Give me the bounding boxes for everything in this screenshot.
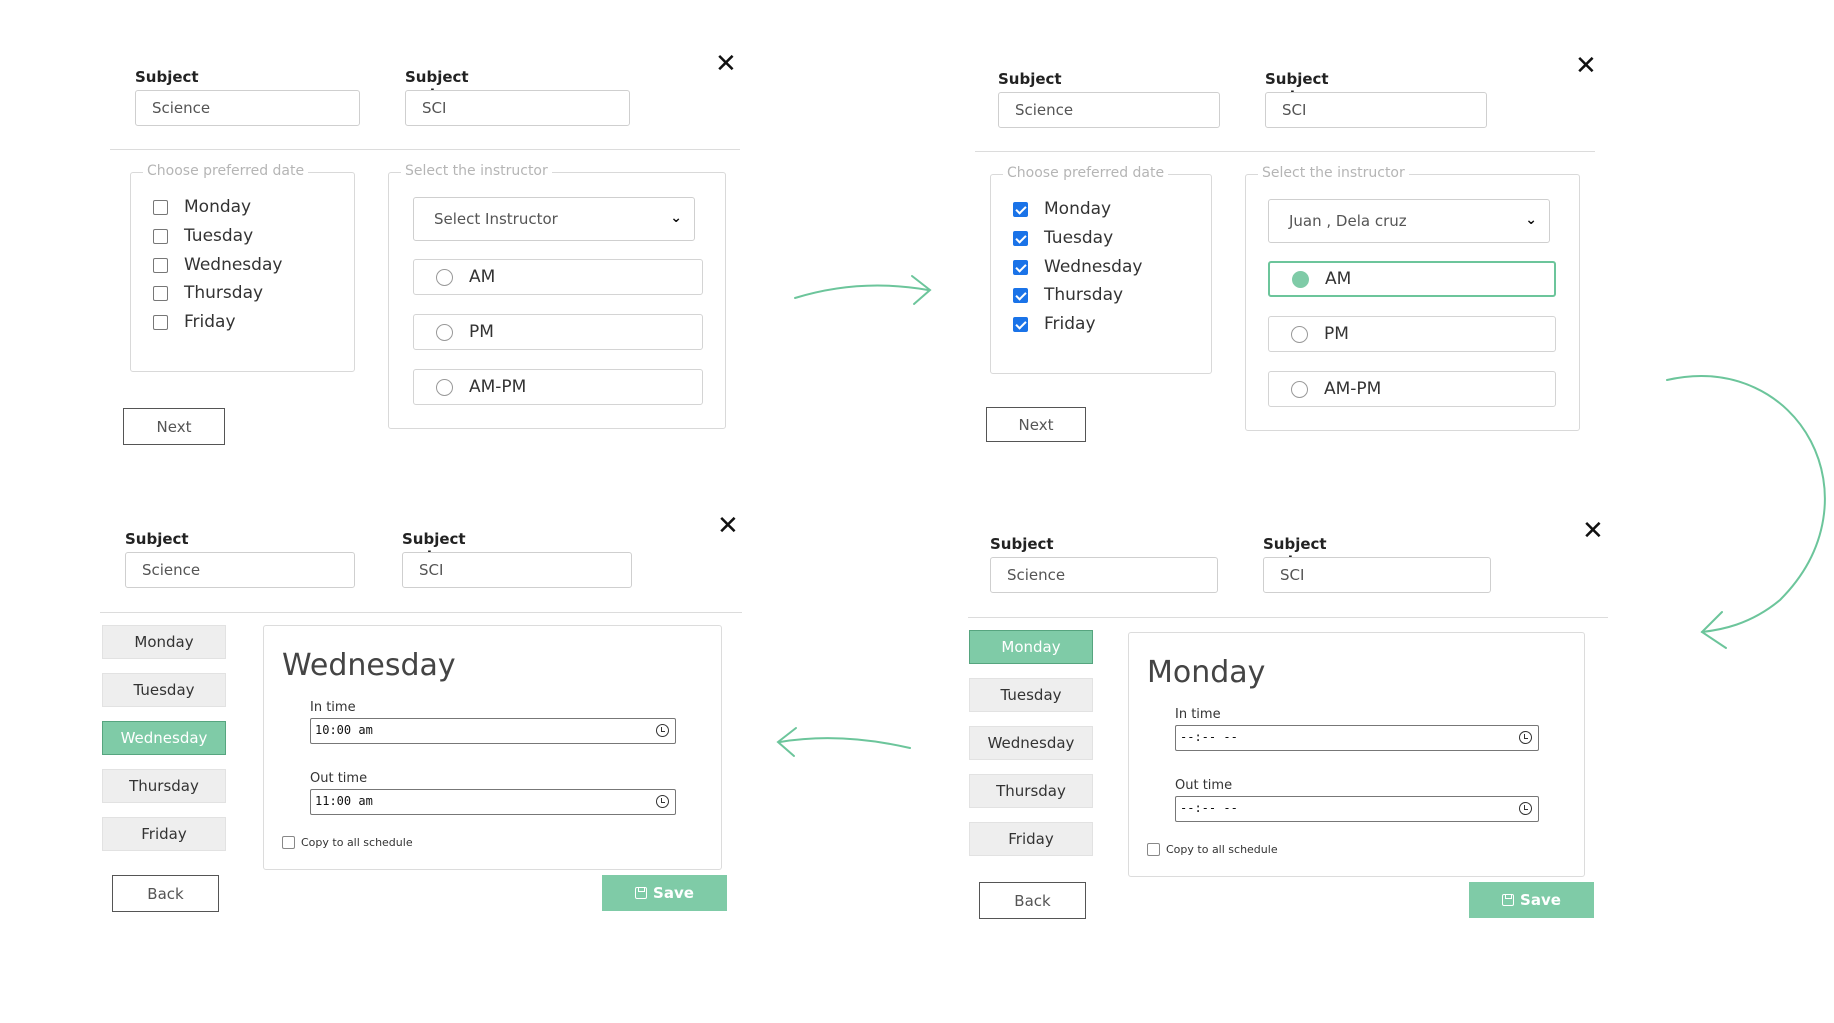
arrow-step1-to-step2 [794,284,929,299]
arrow-step4-to-step3 [779,737,911,749]
arrow-step2-to-step4 [1666,375,1826,633]
flow-arrows [776,275,1826,757]
